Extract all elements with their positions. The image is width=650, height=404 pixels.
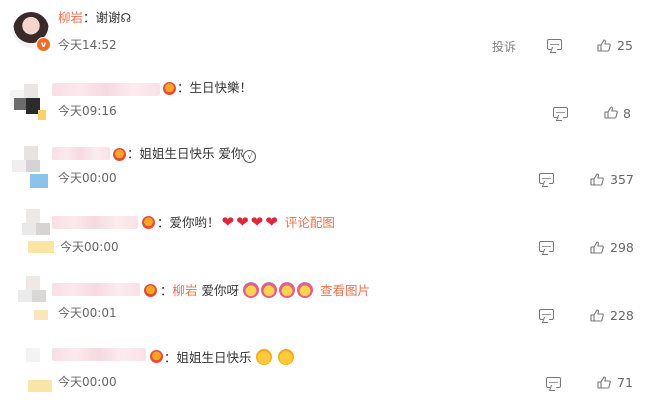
blurred-username[interactable] bbox=[52, 348, 146, 361]
comment-author[interactable]: 柳岩 bbox=[58, 10, 83, 25]
heart-emoji-icon: ❤ bbox=[221, 213, 235, 231]
heart-emoji-icon: ❤ bbox=[236, 213, 249, 231]
like-count: 357 bbox=[610, 172, 634, 187]
vip-medal-icon bbox=[113, 148, 126, 161]
like-count: 228 bbox=[610, 308, 634, 323]
like-icon[interactable] bbox=[590, 241, 604, 254]
reply-icon[interactable] bbox=[546, 377, 561, 388]
like-icon[interactable] bbox=[597, 376, 611, 389]
reply-icon[interactable] bbox=[539, 173, 554, 184]
like-icon[interactable] bbox=[604, 106, 618, 119]
comment-time: 今天14:52 bbox=[58, 38, 117, 52]
view-image-link[interactable]: 查看图片 bbox=[320, 283, 370, 298]
comment-text: ：爱你哟！ bbox=[157, 215, 220, 230]
comment-text: ：姐姐生日快乐 bbox=[164, 350, 252, 365]
comment-content: ：姐姐生日快乐 爱你 √ bbox=[127, 146, 257, 163]
crying-emoji-icon bbox=[243, 282, 260, 298]
reply-icon[interactable] bbox=[539, 309, 554, 320]
like-count: 25 bbox=[617, 38, 633, 53]
comment-item: v 柳岩：谢谢☊ 今天14:52 投诉 25 bbox=[0, 0, 650, 60]
like-icon[interactable] bbox=[590, 173, 604, 186]
emoji-icon: ☊ bbox=[120, 11, 132, 25]
vip-medal-icon bbox=[150, 350, 163, 363]
heart-emoji-icon: ❤ bbox=[265, 213, 278, 231]
kiss-emoji-icon bbox=[255, 349, 272, 365]
vip-medal-icon bbox=[142, 216, 155, 229]
comment-content: ：柳岩 爱你呀 查看图片 bbox=[160, 282, 371, 298]
crying-emoji-icon bbox=[297, 282, 314, 298]
blurred-username[interactable] bbox=[52, 283, 140, 296]
reply-icon[interactable] bbox=[547, 39, 562, 50]
crying-emoji-icon bbox=[261, 282, 278, 298]
like-count: 298 bbox=[610, 240, 634, 255]
blurred-username[interactable] bbox=[52, 216, 138, 229]
verified-badge-icon: v bbox=[36, 37, 51, 52]
kiss-emoji-icon bbox=[277, 349, 294, 365]
reply-icon[interactable] bbox=[553, 107, 568, 118]
comment-item: ：姐姐生日快乐 今天00:00 71 bbox=[0, 340, 650, 402]
like-icon[interactable] bbox=[597, 39, 611, 52]
comment-content: 柳岩：谢谢☊ bbox=[58, 10, 131, 26]
avatar[interactable] bbox=[12, 146, 50, 188]
comment-text: 爱你呀 bbox=[197, 283, 240, 298]
vip-medal-icon bbox=[163, 82, 176, 95]
heart-emoji-icon: ❤ bbox=[250, 213, 264, 231]
comment-content: ：姐姐生日快乐 bbox=[164, 349, 294, 365]
avatar[interactable] bbox=[10, 84, 46, 120]
reply-icon[interactable] bbox=[539, 241, 554, 252]
comment-image-link[interactable]: 评论配图 bbox=[285, 215, 335, 230]
comment-time: 今天09:16 bbox=[58, 104, 117, 118]
like-icon[interactable] bbox=[590, 309, 604, 322]
avatar[interactable] bbox=[18, 276, 56, 322]
like-count: 8 bbox=[623, 106, 631, 121]
report-button[interactable]: 投诉 bbox=[492, 38, 516, 55]
blurred-username[interactable] bbox=[52, 147, 110, 160]
comment-item: ：爱你哟！ ❤ ❤ ❤ ❤ 评论配图 今天00:00 298 bbox=[0, 205, 650, 265]
avatar[interactable] bbox=[22, 209, 56, 255]
crying-emoji-icon bbox=[279, 282, 296, 298]
comment-time: 今天00:01 bbox=[58, 306, 117, 320]
smile-emoji-icon: √ bbox=[243, 150, 257, 163]
comment-item: ：姐姐生日快乐 爱你 √ 今天00:00 357 bbox=[0, 140, 650, 196]
comment-item: ：柳岩 爱你呀 查看图片 今天00:01 228 bbox=[0, 272, 650, 330]
comment-content: ：爱你哟！ ❤ ❤ ❤ ❤ 评论配图 bbox=[157, 214, 335, 230]
comment-time: 今天00:00 bbox=[58, 171, 117, 185]
comment-text: ：姐姐生日快乐 爱你 bbox=[127, 146, 244, 161]
like-count: 71 bbox=[617, 375, 633, 390]
comment-text: ：谢谢 bbox=[83, 10, 121, 25]
comment-time: 今天00:00 bbox=[60, 240, 119, 254]
comment-item: ：生日快樂！ 今天09:16 8 bbox=[0, 72, 650, 128]
mention-link[interactable]: 柳岩 bbox=[173, 283, 198, 298]
comment-text: ：生日快樂！ bbox=[177, 80, 253, 95]
vip-medal-icon bbox=[144, 284, 157, 297]
comment-time: 今天00:00 bbox=[58, 375, 117, 389]
blurred-username[interactable] bbox=[52, 83, 160, 96]
